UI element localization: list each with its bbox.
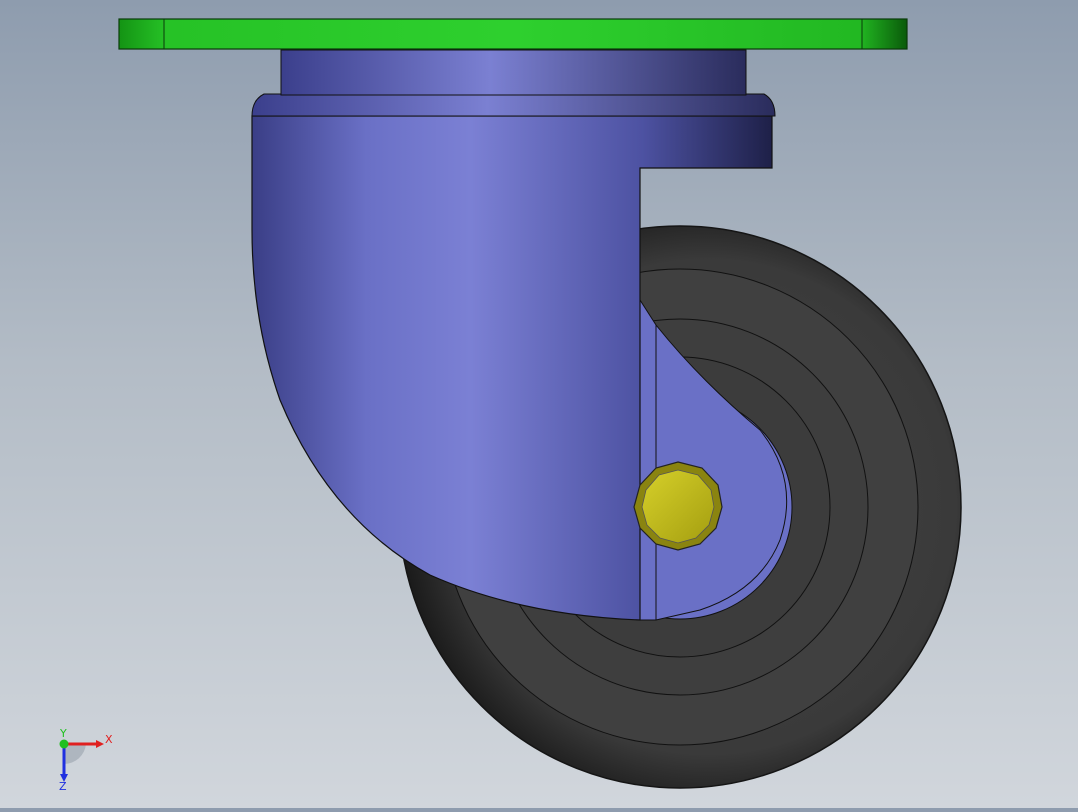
y-axis-label: Y xyxy=(59,728,67,740)
x-axis-label: X xyxy=(105,733,113,746)
top-mounting-plate[interactable] xyxy=(118,18,908,50)
x-axis-arrow xyxy=(96,740,104,748)
graphics-viewport[interactable]: X Y Z xyxy=(0,0,1078,808)
coordinate-triad: X Y Z xyxy=(59,728,113,792)
y-axis-dot xyxy=(59,739,69,749)
swivel-neck[interactable] xyxy=(280,49,747,96)
cad-model-view[interactable] xyxy=(0,0,1078,808)
z-axis-label: Z xyxy=(59,780,67,792)
housing-collar[interactable] xyxy=(251,93,776,117)
